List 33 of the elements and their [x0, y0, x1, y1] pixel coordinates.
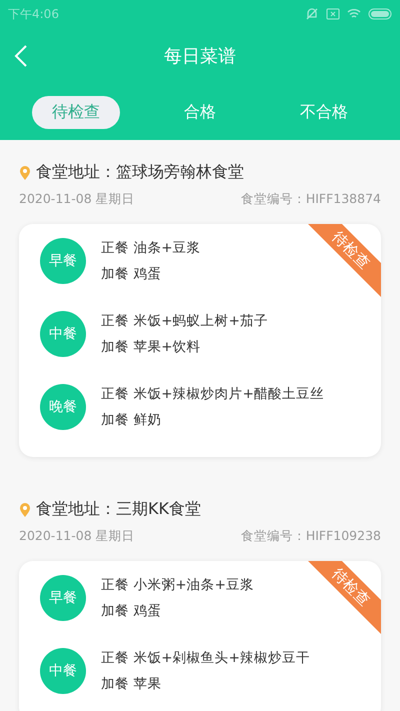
main-meal-text: 正餐 小米粥+油条+豆浆 [101, 576, 254, 594]
status-time: 下午4:06 [8, 6, 59, 22]
main-meal-text: 正餐 米饭+辣椒炒肉片+醋酸土豆丝 [101, 384, 324, 402]
canteen-address: 食堂地址：三期KK食堂 [36, 499, 201, 520]
meal-badge: 晚餐 [40, 384, 86, 430]
main-meal-text: 正餐 油条+豆浆 [101, 238, 201, 256]
location-pin-icon [19, 502, 31, 518]
canteen-address: 食堂地址：篮球场旁翰林食堂 [36, 162, 244, 183]
filter-tab[interactable]: 合格 [156, 96, 244, 128]
menu-date: 2020-11-08 星期日 [19, 528, 135, 545]
extra-meal-text: 加餐 苹果+饮料 [101, 338, 202, 356]
meal-badge: 早餐 [40, 238, 86, 284]
meal-badge: 早餐 [40, 574, 86, 620]
sim-icon [326, 8, 340, 20]
extra-meal-text: 加餐 鲜奶 [101, 410, 162, 428]
main-meal-text: 正餐 米饭+剁椒鱼头+辣椒炒豆干 [101, 648, 310, 666]
bell-off-icon [305, 7, 319, 21]
canteen-code: 食堂编号：HIFF109238 [240, 528, 381, 545]
page-title: 每日菜谱 [164, 45, 236, 68]
extra-meal-text: 加餐 鸡蛋 [101, 602, 162, 620]
canteen-code: 食堂编号：HIFF138874 [240, 191, 381, 208]
meal-badge: 中餐 [40, 648, 86, 694]
filter-tab[interactable]: 待检查 [32, 96, 120, 128]
location-pin-icon [19, 164, 31, 180]
meal-badge: 中餐 [40, 310, 86, 356]
main-meal-text: 正餐 米饭+蚂蚁上树+茄子 [101, 312, 268, 330]
extra-meal-text: 加餐 鸡蛋 [101, 264, 162, 282]
filter-tab[interactable]: 不合格 [280, 96, 368, 128]
battery-icon [368, 8, 392, 20]
extra-meal-text: 加餐 苹果 [101, 674, 162, 692]
wifi-icon [347, 8, 361, 20]
back-icon [14, 44, 28, 68]
menu-date: 2020-11-08 星期日 [19, 191, 135, 208]
